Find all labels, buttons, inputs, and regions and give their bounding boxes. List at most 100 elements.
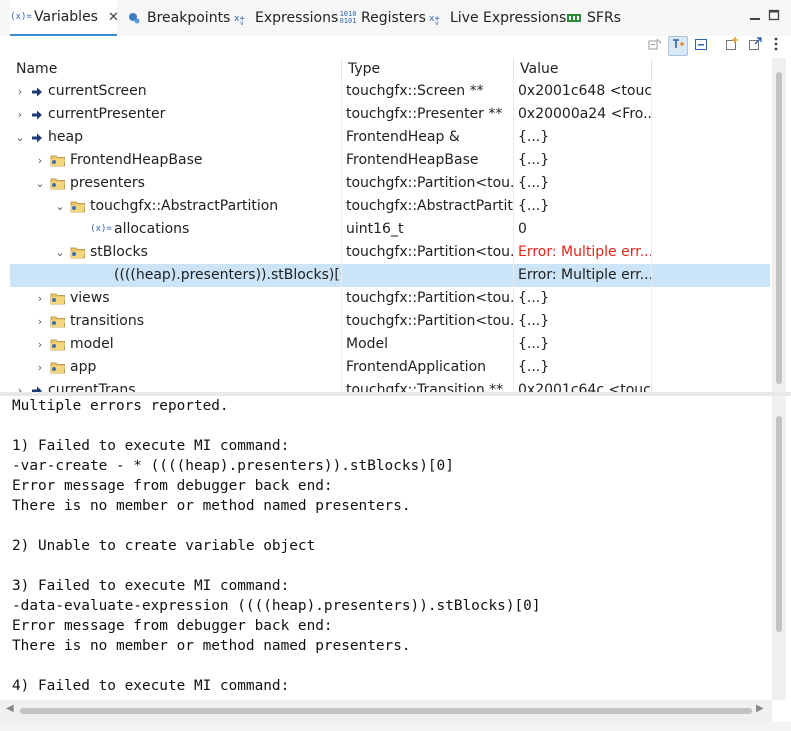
tree-vertical-scrollbar[interactable] [772, 58, 786, 392]
scroll-left-icon[interactable]: ◀ [6, 703, 14, 714]
breakpoint-icon [125, 10, 143, 26]
variable-type: touchgfx::Transition ** [342, 379, 514, 392]
chevron-down-icon[interactable]: ⌄ [34, 172, 46, 195]
struct-folder-icon [50, 287, 66, 310]
variable-type: FrontendHeap & [342, 126, 514, 149]
tab-sfrs-label: SFRs [587, 10, 621, 26]
details-line: Multiple errors reported. [12, 398, 229, 414]
table-row-selected[interactable]: ((((heap).presenters)).stBlocks)[0] Erro… [10, 264, 770, 287]
export-button[interactable] [745, 36, 765, 56]
expressions-icon: x+ y [233, 10, 251, 26]
view-toolbar [0, 36, 791, 58]
variables-tree: Name Type Value › currentScreen touchgfx… [10, 58, 770, 392]
pointer-arrow-icon [30, 80, 44, 103]
variable-type: touchgfx::Partition<tou... [342, 310, 514, 333]
chevron-down-icon[interactable]: ⌄ [14, 126, 26, 149]
table-row[interactable]: › currentScreen touchgfx::Screen ** 0x20… [10, 80, 770, 103]
chevron-right-icon[interactable]: › [14, 379, 26, 392]
scroll-right-icon[interactable]: ▶ [756, 703, 764, 714]
table-row[interactable]: › currentPresenter touchgfx::Presenter *… [10, 103, 770, 126]
variable-name: allocations [114, 221, 190, 237]
column-header-name[interactable]: Name [10, 58, 342, 80]
table-row[interactable]: ⌄ presenters touchgfx::Partition<tou... … [10, 172, 770, 195]
struct-folder-icon [50, 172, 66, 195]
table-row[interactable]: ⌄ touchgfx::AbstractPartition touchgfx::… [10, 195, 770, 218]
variable-value: {...} [514, 195, 652, 218]
table-row[interactable]: › app FrontendApplication {...} [10, 356, 770, 379]
sfrs-icon [565, 10, 583, 26]
table-row[interactable]: › views touchgfx::Partition<tou... {...} [10, 287, 770, 310]
variable-name: model [70, 336, 114, 352]
type-names-icon [670, 36, 686, 56]
variables-icon: (x)= [10, 12, 32, 22]
tab-sfrs[interactable]: SFRs [563, 0, 623, 36]
variable-name: app [70, 359, 97, 375]
variable-name: currentTrans... [48, 382, 149, 392]
variable-type: touchgfx::Presenter ** [342, 103, 514, 126]
variable-type: FrontendApplication [342, 356, 514, 379]
table-row[interactable]: › currentTrans... touchgfx::Transition *… [10, 379, 770, 392]
variable-name: views [70, 290, 110, 306]
variable-value: 0 [514, 218, 652, 241]
table-row[interactable]: ⌄ stBlocks touchgfx::Partition<tou... Er… [10, 241, 770, 264]
tab-registers[interactable]: 1010 0101 Registers [337, 0, 428, 36]
variable-value: {...} [514, 287, 652, 310]
variable-name: currentPresenter [48, 106, 166, 122]
chevron-right-icon[interactable]: › [34, 310, 46, 333]
table-row[interactable]: › model Model {...} [10, 333, 770, 356]
chevron-right-icon[interactable]: › [34, 149, 46, 172]
column-header-value[interactable]: Value [514, 58, 652, 80]
details-pane[interactable]: Multiple errors reported. 1) Failed to e… [0, 396, 772, 700]
variable-type: uint16_t [342, 218, 514, 241]
variable-type: touchgfx::Screen ** [342, 80, 514, 103]
chevron-down-icon[interactable]: ⌄ [54, 195, 66, 218]
variable-name: heap [48, 129, 83, 145]
details-vertical-scrollbar[interactable] [772, 396, 786, 700]
details-line: -var-create - * ((((heap).presenters)).s… [12, 458, 454, 474]
variable-value: 0x2001c648 <touc... [514, 80, 652, 103]
details-horizontal-scrollbar[interactable]: ◀ ▶ [0, 700, 772, 722]
details-line: 4) Failed to execute MI command: [12, 678, 290, 694]
chevron-down-icon[interactable]: ⌄ [54, 241, 66, 264]
tab-variables-label: Variables [34, 9, 98, 25]
add-global-variables-button[interactable] [722, 36, 742, 56]
tab-variables[interactable]: (x)= Variables ✕ [10, 0, 119, 36]
show-type-names-button[interactable] [668, 36, 688, 56]
details-line: -data-evaluate-expression ((((heap).pres… [12, 598, 541, 614]
scrollbar-thumb[interactable] [776, 72, 782, 384]
details-line: There is no member or method named prese… [12, 638, 411, 654]
variable-value: {...} [514, 356, 652, 379]
scrollbar-thumb[interactable] [20, 708, 752, 714]
column-header-type[interactable]: Type [342, 58, 514, 80]
chevron-right-icon[interactable]: › [34, 333, 46, 356]
collapse-variables-button[interactable] [645, 36, 665, 56]
details-line: 3) Failed to execute MI command: [12, 578, 290, 594]
tab-live-expressions[interactable]: x+ y Live Expressions [426, 0, 568, 36]
variable-value: {...} [514, 126, 652, 149]
variable-name: currentScreen [48, 83, 147, 99]
chevron-right-icon[interactable]: › [14, 80, 26, 103]
maximize-icon[interactable] [766, 7, 782, 23]
variable-type: Model [342, 333, 514, 356]
tab-breakpoints-label: Breakpoints [147, 10, 231, 26]
chevron-right-icon[interactable]: › [14, 103, 26, 126]
variable-name: touchgfx::AbstractPartition [90, 198, 279, 214]
tab-breakpoints[interactable]: Breakpoints [123, 0, 232, 36]
chevron-right-icon[interactable]: › [34, 287, 46, 310]
chevron-right-icon[interactable]: › [34, 356, 46, 379]
export-icon [747, 36, 763, 56]
variable-icon: (x)= [90, 224, 112, 234]
table-row[interactable]: › transitions touchgfx::Partition<tou...… [10, 310, 770, 333]
view-menu-button[interactable] [768, 36, 784, 56]
close-icon[interactable]: ✕ [108, 10, 119, 25]
minimize-icon[interactable] [747, 7, 763, 23]
variable-type: FrontendHeapBase [342, 149, 514, 172]
scrollbar-thumb[interactable] [776, 416, 782, 632]
variable-value-error: Error: Multiple err... [514, 241, 652, 264]
table-row[interactable]: ⌄ heap FrontendHeap & {...} [10, 126, 770, 149]
collapse-all-button[interactable] [691, 36, 711, 56]
table-row[interactable]: (x)= allocations uint16_t 0 [10, 218, 770, 241]
tab-expressions[interactable]: x+ y Expressions [231, 0, 340, 36]
variable-name: FrontendHeapBase [70, 152, 203, 168]
table-row[interactable]: › FrontendHeapBase FrontendHeapBase {...… [10, 149, 770, 172]
